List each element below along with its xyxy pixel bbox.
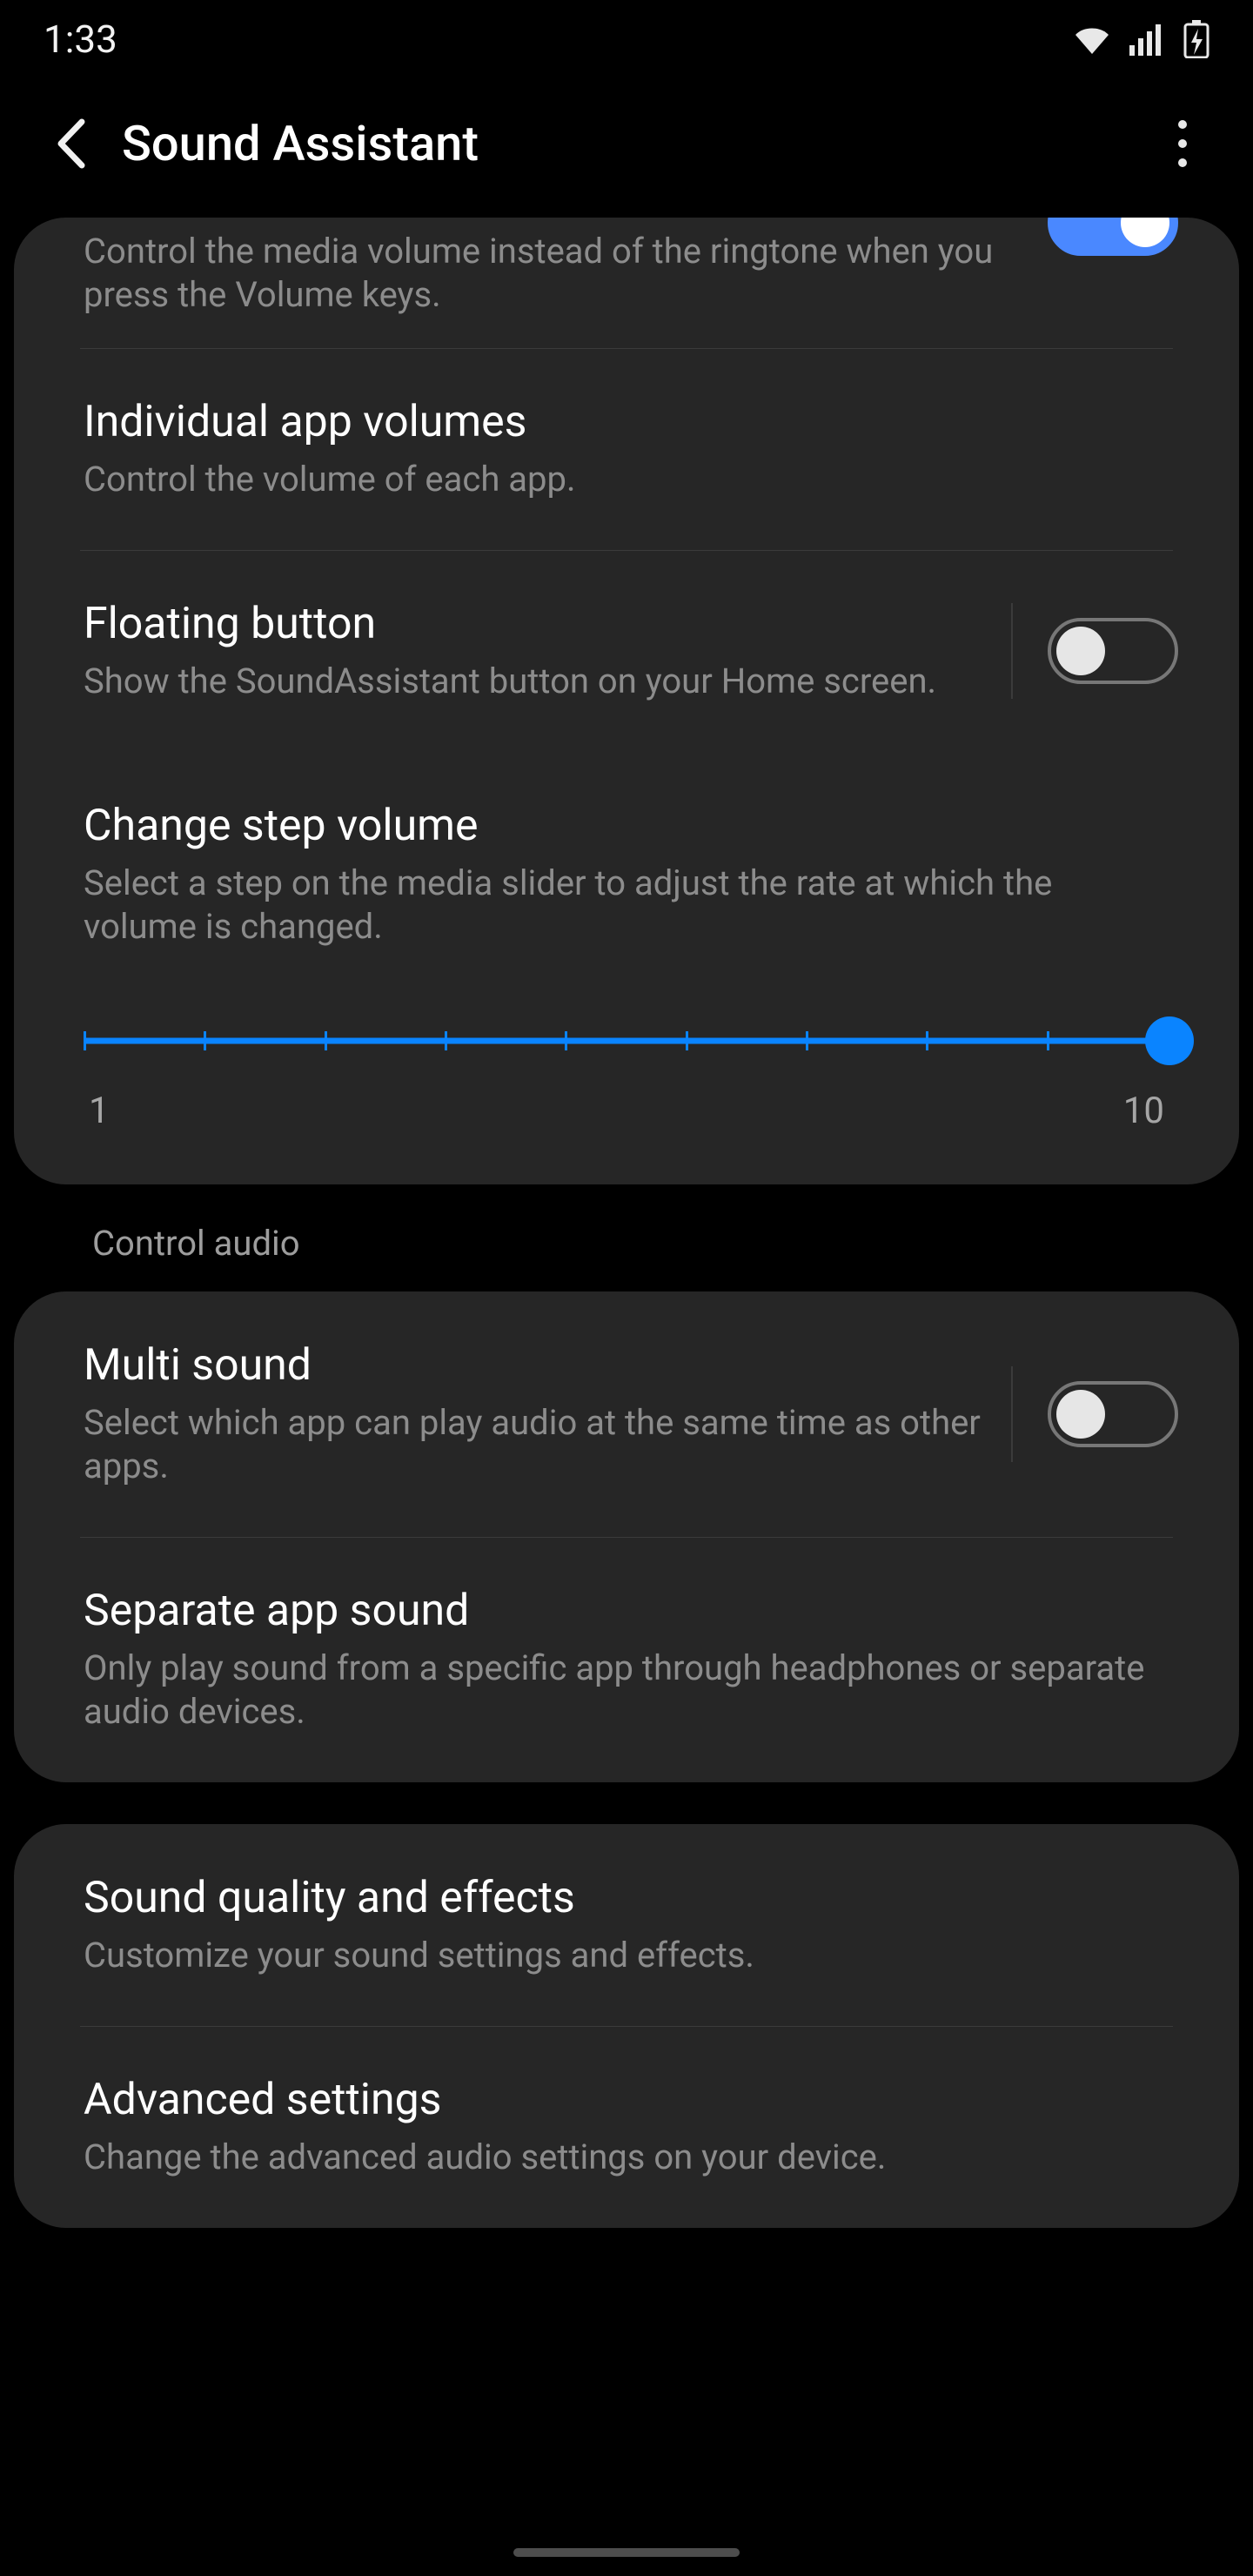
toggle-divider [1011,1366,1013,1462]
multi-sound-title: Multi sound [84,1340,985,1391]
multi-sound-toggle[interactable] [1048,1381,1178,1447]
individual-app-volumes-row[interactable]: Individual app volumes Control the volum… [14,348,1239,550]
slider-min-label: 1 [89,1090,110,1132]
step-volume-title: Change step volume [84,801,1169,851]
sound-quality-title: Sound quality and effects [84,1873,1152,1923]
app-bar: Sound Assistant [0,78,1253,209]
overflow-menu-button[interactable] [1152,113,1213,174]
chevron-left-icon [52,117,89,171]
slider-max-label: 10 [1123,1090,1164,1132]
page-title: Sound Assistant [122,115,1152,172]
separate-app-sound-row[interactable]: Separate app sound Only play sound from … [14,1537,1239,1782]
individual-app-volumes-sub: Control the volume of each app. [84,458,1152,501]
status-icons [1072,20,1209,58]
media-volume-keys-row[interactable]: Control the media volume instead of the … [14,218,1239,348]
sound-quality-row[interactable]: Sound quality and effects Customize your… [14,1824,1239,2026]
home-indicator[interactable] [513,2548,740,2557]
more-settings-card: Sound quality and effects Customize your… [14,1824,1239,2228]
step-volume-sub: Select a step on the media slider to adj… [84,862,1169,949]
floating-button-title: Floating button [84,599,985,649]
control-audio-header: Control audio [14,1223,1239,1291]
media-volume-keys-sub: Control the media volume instead of the … [84,230,1022,317]
slider-thumb[interactable] [1145,1016,1194,1065]
advanced-settings-title: Advanced settings [84,2075,1152,2125]
battery-charging-icon [1183,20,1209,58]
floating-button-toggle[interactable] [1048,618,1178,684]
wifi-icon [1072,23,1112,56]
floating-button-sub: Show the SoundAssistant button on your H… [84,660,985,703]
control-audio-card: Multi sound Select which app can play au… [14,1291,1239,1782]
sound-quality-sub: Customize your sound settings and effect… [84,1934,1152,1977]
separate-app-sound-sub: Only play sound from a specific app thro… [84,1647,1152,1734]
advanced-settings-sub: Change the advanced audio settings on yo… [84,2136,1152,2179]
media-volume-keys-toggle[interactable] [1048,218,1178,256]
step-volume-row: Change step volume Select a step on the … [14,752,1239,1184]
separate-app-sound-title: Separate app sound [84,1586,1152,1636]
toggle-divider [1011,603,1013,699]
back-button[interactable] [40,113,101,174]
step-volume-slider[interactable] [84,1023,1169,1058]
status-time: 1:33 [44,17,117,62]
status-bar: 1:33 [0,0,1253,78]
individual-app-volumes-title: Individual app volumes [84,397,1152,447]
advanced-settings-row[interactable]: Advanced settings Change the advanced au… [14,2026,1239,2228]
multi-sound-row[interactable]: Multi sound Select which app can play au… [14,1291,1239,1537]
floating-button-row[interactable]: Floating button Show the SoundAssistant … [14,550,1239,752]
signal-icon [1129,23,1166,56]
settings-card: Control the media volume instead of the … [14,218,1239,1184]
multi-sound-sub: Select which app can play audio at the s… [84,1401,985,1488]
